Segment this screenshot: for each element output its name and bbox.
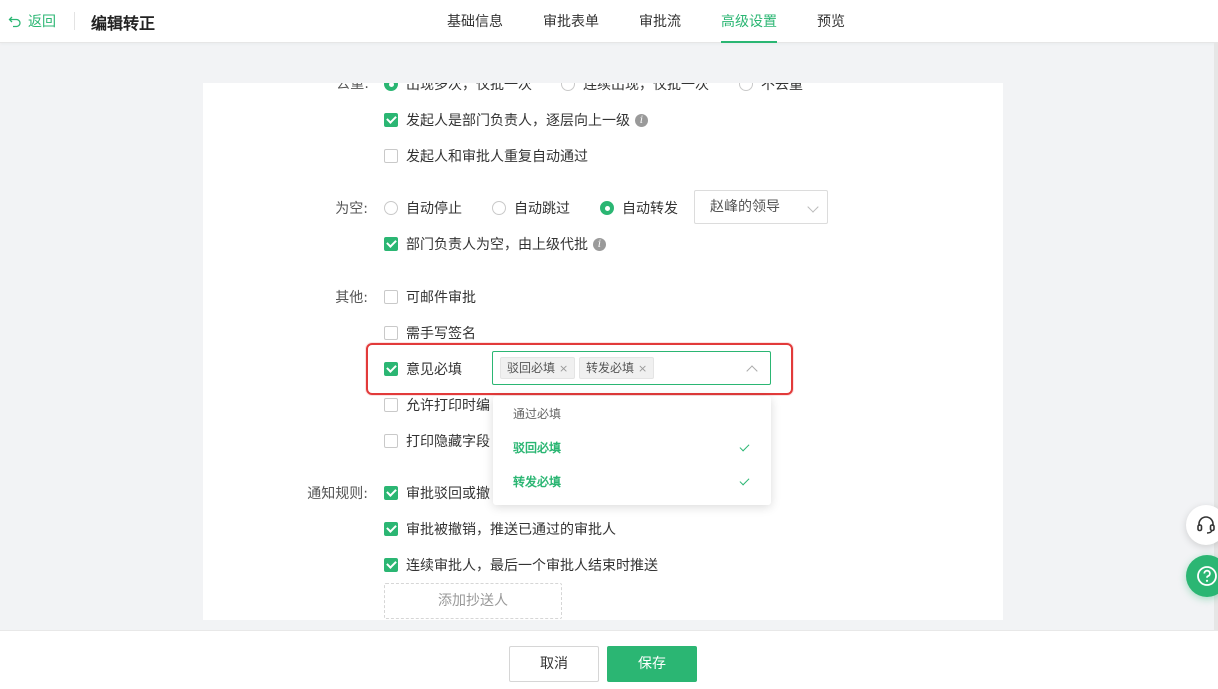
check-auto-pass-duplicate[interactable]: 发起人和审批人重复自动通过	[384, 146, 588, 166]
check-label: 发起人和审批人重复自动通过	[406, 149, 588, 165]
dedupe-label: 去重:	[336, 83, 369, 92]
check-allow-print-edit[interactable]: 允许打印时编	[384, 395, 490, 415]
empty-option-skip[interactable]: 自动跳过	[492, 198, 570, 218]
help-button[interactable]	[1186, 555, 1218, 597]
info-icon[interactable]: i	[593, 237, 606, 251]
check-print-hidden-fields[interactable]: 打印隐藏字段	[384, 431, 490, 451]
top-bar: 返回 编辑转正 基础信息 审批表单 审批流 高级设置 预览	[0, 0, 1218, 43]
footer-bar: 取消 保存	[0, 630, 1218, 689]
option-label: 驳回必填	[513, 441, 562, 455]
empty-label: 为空:	[335, 201, 368, 217]
option-label: 自动跳过	[514, 201, 570, 217]
empty-option-stop[interactable]: 自动停止	[384, 198, 462, 218]
checkbox-icon[interactable]	[384, 398, 398, 412]
active-tab-indicator	[721, 41, 777, 43]
check-email-approval[interactable]: 可邮件审批	[384, 287, 476, 307]
radio-icon[interactable]	[739, 83, 753, 91]
forward-to-value: 赵峰的领导	[710, 199, 780, 215]
dropdown-option-reject[interactable]: 驳回必填	[493, 431, 771, 465]
highlight-box	[366, 343, 793, 395]
checkbox-icon[interactable]	[384, 326, 398, 340]
empty-option-forward[interactable]: 自动转发	[600, 198, 678, 218]
check-label: 审批被撤销，推送已通过的审批人	[406, 522, 616, 538]
check-label: 连续审批人，最后一个审批人结束时推送	[406, 558, 658, 574]
checkbox-icon[interactable]	[384, 558, 398, 572]
question-icon	[1197, 566, 1217, 586]
dropdown-option-pass[interactable]: 通过必填	[493, 397, 771, 431]
opinion-required-dropdown: 通过必填 驳回必填 转发必填	[493, 396, 771, 505]
dedupe-option-3[interactable]: 不去重	[739, 83, 803, 94]
checkbox-icon[interactable]	[384, 290, 398, 304]
dedupe-option-1[interactable]: 出现多次，仅批一次	[384, 83, 532, 94]
dedupe-option-3-label: 不去重	[761, 83, 803, 93]
radio-icon[interactable]	[384, 201, 398, 215]
forward-to-select[interactable]: 赵峰的领导	[694, 190, 828, 224]
check-label: 可邮件审批	[406, 290, 476, 306]
dropdown-option-forward[interactable]: 转发必填	[493, 465, 771, 499]
check-label: 发起人是部门负责人，逐层向上一级	[406, 113, 630, 129]
tab-preview[interactable]: 预览	[817, 11, 845, 31]
check-icon	[739, 441, 750, 452]
info-icon[interactable]: i	[635, 113, 648, 127]
check-handwritten-signature[interactable]: 需手写签名	[384, 323, 476, 343]
checkbox-icon[interactable]	[384, 522, 398, 536]
option-label: 转发必填	[513, 475, 562, 489]
radio-icon[interactable]	[600, 201, 614, 215]
check-label: 需手写签名	[406, 326, 476, 342]
tab-approval-form[interactable]: 审批表单	[543, 11, 599, 31]
add-cc-button[interactable]: 添加抄送人	[384, 583, 562, 619]
check-notify-reject[interactable]: 审批驳回或撤	[384, 483, 490, 503]
headset-icon	[1197, 516, 1215, 534]
dedupe-option-2[interactable]: 连续出现，仅批一次	[561, 83, 709, 94]
check-icon	[739, 475, 750, 486]
check-dept-head-empty[interactable]: 部门负责人为空，由上级代批 i	[384, 234, 606, 254]
check-notify-consecutive[interactable]: 连续审批人，最后一个审批人结束时推送	[384, 555, 658, 575]
notify-label: 通知规则:	[307, 486, 368, 502]
tab-advanced-settings[interactable]: 高级设置	[721, 11, 777, 31]
check-label: 允许打印时编	[406, 398, 490, 414]
customer-service-button[interactable]	[1186, 505, 1218, 545]
other-label: 其他:	[335, 290, 368, 306]
check-label: 打印隐藏字段	[406, 434, 490, 450]
chevron-down-icon	[807, 201, 819, 213]
option-label: 自动转发	[622, 201, 678, 217]
cancel-button[interactable]: 取消	[509, 646, 599, 682]
checkbox-icon[interactable]	[384, 434, 398, 448]
check-initiator-dept-head[interactable]: 发起人是部门负责人，逐层向上一级 i	[384, 110, 648, 130]
radio-icon[interactable]	[561, 83, 575, 91]
check-notify-revoked[interactable]: 审批被撤销，推送已通过的审批人	[384, 519, 616, 539]
checkbox-icon[interactable]	[384, 486, 398, 500]
checkbox-icon[interactable]	[384, 237, 398, 251]
checkbox-icon[interactable]	[384, 113, 398, 127]
radio-icon[interactable]	[384, 83, 398, 91]
radio-icon[interactable]	[492, 201, 506, 215]
checkbox-icon[interactable]	[384, 149, 398, 163]
option-label: 通过必填	[513, 407, 562, 421]
dedupe-option-2-label: 连续出现，仅批一次	[583, 83, 709, 93]
save-button[interactable]: 保存	[607, 646, 697, 682]
tab-basic-info[interactable]: 基础信息	[447, 11, 503, 31]
tab-bar: 基础信息 审批表单 审批流 高级设置 预览	[0, 0, 1218, 43]
option-label: 自动停止	[406, 201, 462, 217]
tab-approval-flow[interactable]: 审批流	[639, 11, 681, 31]
check-label: 部门负责人为空，由上级代批	[406, 237, 588, 253]
dedupe-option-1-label: 出现多次，仅批一次	[406, 83, 532, 93]
check-label: 审批驳回或撤	[406, 486, 490, 502]
